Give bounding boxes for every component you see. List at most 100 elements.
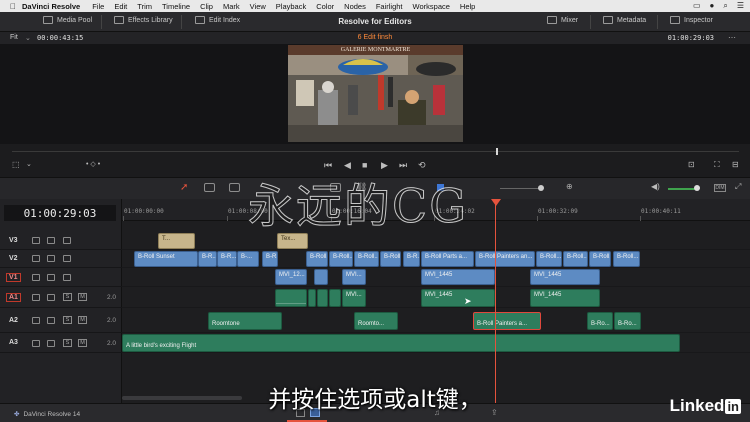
auto-select-icon[interactable] bbox=[47, 274, 55, 281]
video-clip[interactable]: B-R... bbox=[198, 251, 217, 267]
video-clip[interactable]: B-Roll... bbox=[329, 251, 353, 267]
more-options-icon[interactable]: ⋯ bbox=[728, 33, 736, 42]
scrub-playhead[interactable] bbox=[496, 148, 498, 155]
mute-button[interactable]: M bbox=[78, 339, 87, 347]
video-clip[interactable]: MVI_12... bbox=[275, 269, 307, 285]
zoom-slider-handle[interactable] bbox=[538, 185, 544, 191]
video-clip[interactable]: MVI_1445 bbox=[421, 269, 495, 285]
solo-button[interactable]: S bbox=[63, 339, 72, 347]
video-clip[interactable]: B-Roll... bbox=[306, 251, 328, 267]
metadata-button[interactable]: Metadata bbox=[603, 16, 646, 24]
lock-icon[interactable] bbox=[32, 237, 40, 244]
lock-icon[interactable] bbox=[32, 340, 40, 347]
video-clip[interactable]: B-Roll Sunset bbox=[134, 251, 198, 267]
lock-icon[interactable] bbox=[32, 294, 40, 301]
list-icon[interactable]: ☰ bbox=[737, 1, 744, 11]
lock-icon[interactable] bbox=[32, 255, 40, 262]
volume-slider[interactable] bbox=[668, 188, 696, 190]
trim-tool-icon[interactable] bbox=[204, 183, 215, 192]
search-icon[interactable]: ⌕ bbox=[723, 1, 727, 11]
scrub-track[interactable] bbox=[12, 151, 739, 152]
menu-file[interactable]: File bbox=[92, 2, 104, 11]
menu-nodes[interactable]: Nodes bbox=[344, 2, 366, 11]
dim-button[interactable]: DIM bbox=[714, 184, 726, 192]
menu-help[interactable]: Help bbox=[460, 2, 475, 11]
lock-icon[interactable] bbox=[32, 274, 40, 281]
video-clip[interactable]: B-Roll... bbox=[589, 251, 611, 267]
display-icon[interactable]: ▭ bbox=[693, 1, 701, 11]
audio-clip[interactable] bbox=[275, 289, 307, 307]
audio-clip[interactable] bbox=[329, 289, 341, 307]
track-enable-icon[interactable] bbox=[63, 237, 71, 244]
selected-audio-clip[interactable]: B-Roll Painters a... bbox=[473, 312, 541, 330]
mute-button[interactable]: M bbox=[78, 316, 87, 324]
menu-edit[interactable]: Edit bbox=[114, 2, 127, 11]
user-icon[interactable]: ● bbox=[710, 1, 715, 11]
selection-tool-icon[interactable]: ➚ bbox=[180, 182, 188, 193]
solo-button[interactable]: S bbox=[63, 293, 72, 301]
viewer-scrubber[interactable] bbox=[0, 144, 750, 158]
zoom-in-icon[interactable]: ⊕ bbox=[566, 182, 573, 191]
speaker-icon[interactable]: ◀) bbox=[651, 182, 660, 191]
video-clip[interactable]: MVI_1445 bbox=[530, 269, 600, 285]
audio-clip[interactable]: MVI_1445 bbox=[421, 289, 495, 307]
menu-fairlight[interactable]: Fairlight bbox=[376, 2, 403, 11]
playhead-marker[interactable] bbox=[491, 199, 501, 206]
video-clip[interactable]: B-Roll Painters an... bbox=[475, 251, 535, 267]
video-clip[interactable]: B-Roll... bbox=[563, 251, 588, 267]
video-clip[interactable]: B-R... bbox=[403, 251, 420, 267]
safe-area-icon[interactable]: ⬚ bbox=[12, 160, 20, 169]
blade-tool-icon[interactable] bbox=[229, 183, 240, 192]
output-icon[interactable]: ⊟ bbox=[732, 160, 739, 169]
timeline-playhead[interactable] bbox=[495, 203, 496, 403]
mixer-button[interactable]: Mixer bbox=[547, 16, 578, 24]
video-clip[interactable] bbox=[314, 269, 328, 285]
audio-clip[interactable]: MVI_1445 bbox=[530, 289, 600, 307]
audio-clip[interactable]: MVI... bbox=[342, 289, 366, 307]
video-clip[interactable]: B-R... bbox=[217, 251, 237, 267]
apple-icon[interactable]:  bbox=[10, 2, 16, 11]
audio-clip[interactable] bbox=[308, 289, 316, 307]
timeline-name-dropdown[interactable]: 6 Edit finsh bbox=[0, 34, 750, 41]
audio-clip[interactable]: Roomto... bbox=[354, 312, 398, 330]
video-clip[interactable]: B-Roll... bbox=[354, 251, 379, 267]
video-clip[interactable]: B-Roll... bbox=[536, 251, 562, 267]
auto-select-icon[interactable] bbox=[47, 255, 55, 262]
jog-icon[interactable]: • ◇ • bbox=[86, 160, 100, 168]
video-clip[interactable]: B-... bbox=[237, 251, 259, 267]
stop-icon[interactable]: ■ bbox=[362, 160, 367, 170]
menu-view[interactable]: View bbox=[250, 2, 266, 11]
chevron-down-icon[interactable]: ⌄ bbox=[26, 160, 32, 168]
fullscreen-icon[interactable]: ⛶ bbox=[714, 160, 720, 170]
menu-timeline[interactable]: Timeline bbox=[162, 2, 190, 11]
menu-playback[interactable]: Playback bbox=[276, 2, 306, 11]
match-frame-icon[interactable]: ⊡ bbox=[688, 160, 695, 169]
track-enable-icon[interactable] bbox=[63, 255, 71, 262]
video-clip[interactable]: B-Roll Parts a... bbox=[421, 251, 474, 267]
audio-clip[interactable]: B-Ro... bbox=[587, 312, 613, 330]
menu-color[interactable]: Color bbox=[316, 2, 334, 11]
audio-clip[interactable]: B-Ro... bbox=[614, 312, 641, 330]
video-clip[interactable]: B-R... bbox=[262, 251, 278, 267]
fullscreen-timeline-icon[interactable]: ⤢ bbox=[735, 182, 741, 192]
video-clip[interactable]: B-Roll... bbox=[380, 251, 401, 267]
menu-workspace[interactable]: Workspace bbox=[413, 2, 450, 11]
lock-icon[interactable] bbox=[32, 317, 40, 324]
zoom-slider[interactable] bbox=[500, 188, 540, 189]
auto-select-icon[interactable] bbox=[47, 317, 55, 324]
audio-clip[interactable] bbox=[317, 289, 328, 307]
menu-app[interactable]: DaVinci Resolve bbox=[22, 2, 80, 11]
track-label[interactable]: A1 bbox=[6, 293, 21, 302]
title-clip[interactable]: T... bbox=[158, 233, 195, 249]
menu-clip[interactable]: Clip bbox=[200, 2, 213, 11]
auto-select-icon[interactable] bbox=[47, 237, 55, 244]
menu-mark[interactable]: Mark bbox=[223, 2, 240, 11]
audio-clip[interactable]: Roomtone bbox=[208, 312, 282, 330]
mute-button[interactable]: M bbox=[78, 293, 87, 301]
auto-select-icon[interactable] bbox=[47, 340, 55, 347]
menu-trim[interactable]: Trim bbox=[137, 2, 152, 11]
auto-select-icon[interactable] bbox=[47, 294, 55, 301]
inspector-button[interactable]: Inspector bbox=[670, 16, 713, 24]
video-clip[interactable]: MVI... bbox=[342, 269, 366, 285]
volume-slider-handle[interactable] bbox=[694, 185, 700, 191]
